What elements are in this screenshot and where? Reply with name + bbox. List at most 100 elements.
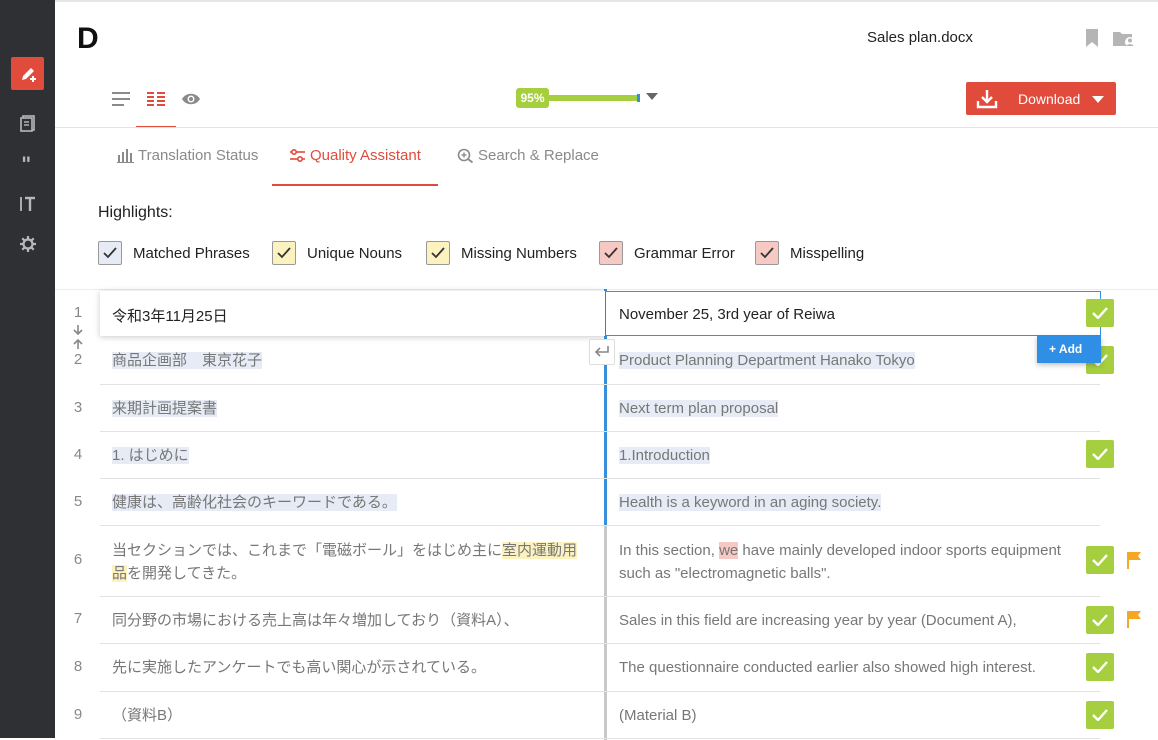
source-text: を開発してきた。 (127, 565, 247, 582)
target-text: (Material B) (619, 707, 697, 724)
row-divider (100, 384, 1100, 385)
target-text: Health is a keyword in an aging society. (619, 494, 882, 511)
source-text: 来期計画提案書 (112, 400, 218, 417)
target-text: 1.Introduction (619, 447, 710, 464)
target-cell[interactable]: Sales in this field are increasing year … (619, 609, 1089, 632)
confirm-check-icon[interactable] (1086, 701, 1114, 729)
target-cell[interactable]: 1.Introduction (619, 444, 1089, 467)
source-cell[interactable]: （資料B） (112, 704, 592, 727)
target-text: Sales in this field are increasing year … (619, 612, 1017, 629)
target-cell[interactable]: (Material B) (619, 704, 1089, 727)
confirm-check-icon[interactable] (1086, 653, 1114, 681)
target-cell[interactable]: The questionnaire conducted earlier also… (619, 656, 1089, 679)
row-number: 5 (73, 493, 83, 510)
header-divider (55, 127, 1158, 128)
gear-icon[interactable] (11, 227, 44, 260)
row-number: 4 (73, 446, 83, 463)
flag-icon[interactable] (1126, 610, 1142, 628)
row-divider (100, 596, 1100, 597)
source-cell[interactable]: 商品企画部 東京花子 (112, 349, 592, 372)
highlight-matched-phrases[interactable]: Matched Phrases (98, 241, 250, 265)
target-cell[interactable]: In this section, we have mainly develope… (619, 539, 1079, 585)
source-text: 令和3年11月25日 (112, 308, 228, 325)
target-text: Product Planning Department Hanako Tokyo (619, 352, 915, 369)
highlight-grammar-error[interactable]: Grammar Error (599, 241, 735, 265)
tab-label: Translation Status (138, 147, 259, 164)
row-number: 1 (73, 304, 83, 321)
active-source-cell[interactable]: 令和3年11月25日 (100, 291, 605, 336)
target-text[interactable]: November 25, 3rd year of Reiwa (619, 306, 835, 323)
active-tab-indicator (272, 184, 438, 186)
checkbox[interactable] (98, 241, 122, 265)
confirm-check-icon[interactable] (1086, 299, 1114, 327)
text-format-icon[interactable] (11, 187, 44, 220)
translation-progress[interactable]: 95% (516, 88, 661, 108)
checkbox[interactable] (426, 241, 450, 265)
source-cell[interactable]: 来期計画提案書 (112, 397, 592, 420)
grammar-error-highlight: we (719, 542, 739, 559)
highlight-label: Unique Nouns (307, 244, 403, 262)
confirm-check-icon[interactable] (1086, 606, 1114, 634)
highlight-label: Matched Phrases (133, 244, 250, 262)
document-filename: Sales plan.docx (867, 29, 973, 46)
row-divider (100, 431, 1100, 432)
progress-marker (637, 94, 640, 102)
highlight-unique-nouns[interactable]: Unique Nouns (272, 241, 402, 265)
source-text: 先に実施したアンケートでも高い関心が示されている。 (112, 659, 486, 676)
source-cell[interactable]: 健康は、高齢化社会のキーワードである。 (112, 491, 592, 514)
source-text: （資料B） (112, 707, 183, 724)
target-text: In this section, (619, 542, 720, 559)
bar-chart-icon (117, 149, 134, 163)
tab-translation-status[interactable]: Translation Status (117, 147, 258, 164)
row-number: 9 (73, 706, 83, 723)
side-by-side-view-icon[interactable] (145, 88, 167, 110)
confirm-check-icon[interactable] (1086, 546, 1114, 574)
source-text: 健康は、高齢化社会のキーワードである。 (112, 494, 397, 511)
checkbox[interactable] (755, 241, 779, 265)
source-text: 1. はじめに (112, 447, 189, 464)
download-label: Download (1018, 90, 1081, 107)
source-cell[interactable]: 当セクションでは、これまで「電磁ボール」をはじめ主に室内運動用品を開発してきた。 (112, 539, 582, 585)
flag-icon[interactable] (1126, 551, 1142, 569)
source-text: 当セクションでは、これまで「電磁ボール」をはじめ主に (112, 542, 503, 559)
source-cell[interactable]: 同分野の市場における売上高は年々増加しており（資料A）、 (112, 609, 592, 632)
tab-label: Quality Assistant (310, 147, 421, 164)
main-panel: D Sales plan.docx 95% Download Translati… (55, 0, 1158, 740)
add-term-button[interactable]: + Add (1037, 336, 1101, 363)
row-number: 7 (73, 610, 83, 627)
edit-icon[interactable] (11, 57, 44, 90)
download-button[interactable]: Download (966, 82, 1116, 115)
highlight-label: Grammar Error (634, 244, 735, 262)
bookmark-icon[interactable] (1085, 29, 1099, 47)
source-cell[interactable]: 1. はじめに (112, 444, 592, 467)
document-icon[interactable] (11, 106, 44, 139)
row-divider (100, 643, 1100, 644)
confirm-check-icon[interactable] (1086, 440, 1114, 468)
target-cell[interactable]: Product Planning Department Hanako Tokyo (619, 349, 1089, 372)
folder-user-icon[interactable] (1112, 29, 1136, 49)
chevron-down-icon[interactable] (646, 93, 658, 100)
checkbox[interactable] (599, 241, 623, 265)
row-number: 2 (73, 351, 83, 368)
target-cell[interactable]: Health is a keyword in an aging society. (619, 491, 1089, 514)
sliders-icon (290, 148, 305, 163)
tab-quality-assistant[interactable]: Quality Assistant (289, 147, 421, 164)
tab-search-replace[interactable]: Search & Replace (457, 147, 599, 164)
row-divider (100, 525, 1100, 526)
merge-arrows-icon[interactable] (72, 324, 84, 350)
highlight-label: Missing Numbers (461, 244, 577, 262)
source-cell[interactable]: 先に実施したアンケートでも高い関心が示されている。 (112, 656, 592, 679)
copy-source-icon[interactable] (589, 339, 615, 365)
download-dropdown-icon[interactable] (1092, 96, 1104, 103)
active-target-editor[interactable]: November 25, 3rd year of Reiwa (606, 291, 1101, 336)
target-cell[interactable]: Next term plan proposal (619, 397, 1089, 420)
highlight-missing-numbers[interactable]: Missing Numbers (426, 241, 577, 265)
checkbox[interactable] (272, 241, 296, 265)
source-text: 商品企画部 東京花子 (112, 352, 263, 369)
highlight-misspelling[interactable]: Misspelling (755, 241, 864, 265)
list-view-icon[interactable] (110, 88, 132, 110)
eye-icon[interactable] (180, 88, 202, 110)
quote-icon[interactable]: " (11, 146, 44, 179)
row-number: 3 (73, 399, 83, 416)
search-plus-icon (457, 148, 474, 163)
